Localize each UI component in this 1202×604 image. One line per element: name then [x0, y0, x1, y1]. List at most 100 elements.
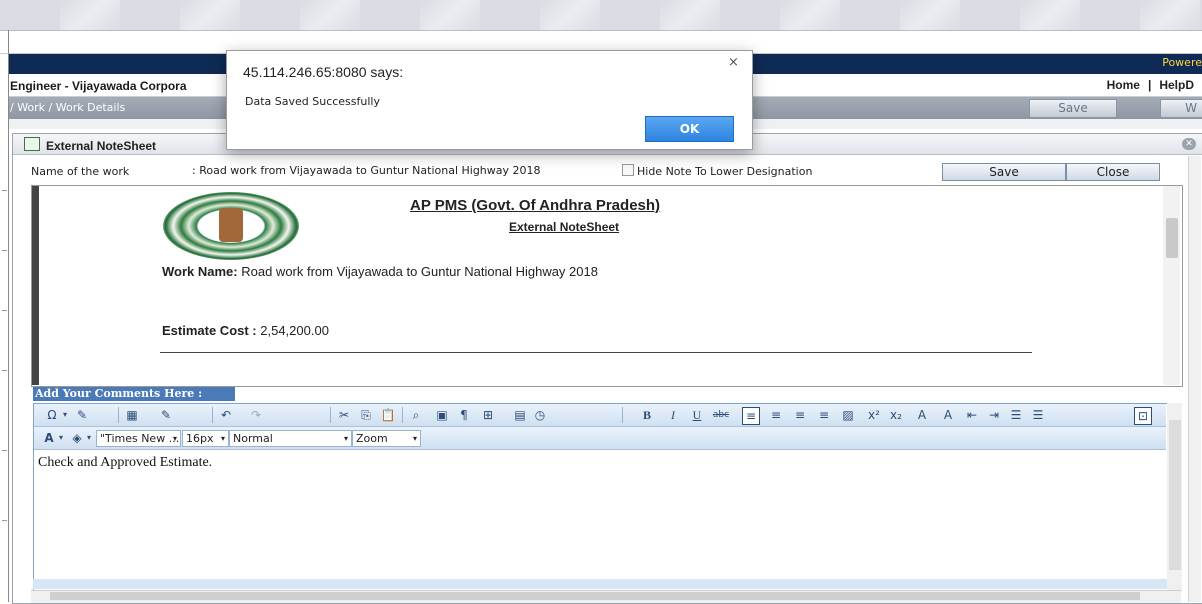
zoom-value: Zoom: [356, 432, 388, 445]
note-left-bar: [32, 186, 39, 385]
paste-icon[interactable]: 📋: [380, 407, 396, 423]
emblem-center: [219, 208, 243, 242]
header-w-button[interactable]: W: [1160, 99, 1202, 118]
align-center-icon[interactable]: ≡: [768, 407, 784, 423]
editor-scroll-thumb[interactable]: [1169, 420, 1181, 570]
text-size-icon[interactable]: A: [914, 407, 930, 423]
align-right-icon[interactable]: ≡: [792, 407, 808, 423]
indent-icon[interactable]: ⇥: [986, 407, 1002, 423]
cut-icon[interactable]: ✂: [336, 407, 352, 423]
chevron-down-icon: ▾: [172, 434, 177, 443]
tab-strip-stripe: [60, 0, 120, 30]
form-icon[interactable]: ▤: [512, 407, 528, 423]
ordered-list-icon[interactable]: ☰: [1008, 407, 1024, 423]
subscript-icon[interactable]: x₂: [888, 407, 904, 423]
note-subheading: External NoteSheet: [509, 220, 620, 234]
help-link[interactable]: HelpD: [1159, 78, 1194, 92]
breadcrumb: / Work / Work Details: [10, 101, 126, 114]
powered-by-text: Powere: [1162, 56, 1202, 69]
tab-strip-stripe: [1020, 0, 1080, 30]
tab-strip-stripe: [180, 0, 240, 30]
chevron-down-icon: ▾: [343, 434, 348, 443]
note-heading: AP PMS (Govt. Of Andhra Pradesh): [410, 197, 661, 214]
note-work-name-label: Work Name:: [162, 264, 238, 279]
clear-format-icon[interactable]: A: [940, 407, 956, 423]
tab-strip-stripe: [780, 0, 840, 30]
insert-icon[interactable]: ⊞: [480, 407, 496, 423]
note-estimate: Estimate Cost : 2,54,200.00: [162, 323, 329, 338]
font-size-select[interactable]: 16px ▾: [182, 430, 229, 447]
align-left-icon[interactable]: ≡: [742, 407, 760, 425]
chevron-down-icon[interactable]: ▾: [56, 430, 66, 446]
underline-icon[interactable]: U: [690, 407, 704, 423]
note-estimate-value: 2,54,200.00: [256, 323, 329, 338]
redo-icon[interactable]: ↷: [248, 407, 264, 423]
editor-footer: [33, 579, 1167, 589]
editor-content[interactable]: Check and Approved Estimate.: [38, 455, 212, 471]
font-color-icon[interactable]: A: [42, 430, 56, 446]
strikethrough-icon[interactable]: abc: [710, 407, 732, 423]
bold-icon[interactable]: B: [640, 407, 654, 423]
note-work-name: Work Name: Road work from Vijayawada to …: [162, 264, 598, 279]
hide-note-label: Hide Note To Lower Designation: [637, 165, 813, 178]
clock-icon[interactable]: ◷: [532, 407, 548, 423]
ok-button[interactable]: OK: [645, 116, 734, 142]
font-size-value: 16px: [186, 432, 214, 445]
paragraph-value: Normal: [233, 432, 273, 445]
color-fill-icon[interactable]: ▨: [840, 407, 856, 423]
hide-note-checkbox[interactable]: [622, 164, 634, 176]
panel-save-button[interactable]: Save: [942, 163, 1066, 181]
html-view-icon[interactable]: ⊡: [1134, 407, 1152, 425]
edit-icon[interactable]: ✎: [158, 407, 174, 423]
bullet-list-icon[interactable]: ☰: [1030, 407, 1046, 423]
notesheet-icon: [24, 137, 40, 151]
close-icon[interactable]: ✕: [1182, 138, 1196, 150]
tab-strip-stripe: [420, 0, 480, 30]
table-icon[interactable]: ▦: [124, 407, 140, 423]
italic-icon[interactable]: I: [666, 407, 680, 423]
panel-scrollbar[interactable]: [1188, 156, 1201, 602]
org-name: Engineer - Vijayawada Corpora: [10, 79, 187, 93]
tab-strip-stripe: [540, 0, 600, 30]
chevron-down-icon: ▾: [220, 434, 225, 443]
chevron-down-icon: ▾: [412, 434, 417, 443]
find-icon[interactable]: ⌕: [408, 407, 424, 423]
work-name-label: Name of the work: [31, 165, 130, 178]
copy-icon[interactable]: ⎘: [358, 407, 374, 423]
font-family-value: "Times New ...: [100, 432, 180, 445]
paragraph-select[interactable]: Normal ▾: [229, 430, 352, 447]
highlight-icon[interactable]: ◈: [70, 430, 84, 446]
undo-icon[interactable]: ↶: [218, 407, 234, 423]
dialog-message: Data Saved Successfully: [245, 95, 380, 108]
font-family-select[interactable]: "Times New ... ▾: [96, 430, 181, 447]
close-icon[interactable]: ×: [728, 55, 739, 70]
tab-strip-stripe: [300, 0, 360, 30]
note-divider: [160, 352, 1032, 353]
select-all-icon[interactable]: ▣: [434, 407, 450, 423]
side-tick: [2, 520, 7, 521]
side-tick: [2, 450, 7, 451]
paragraph-mark-icon[interactable]: ¶: [456, 407, 472, 423]
editor-toolbar-1: Ω ▾ ✎ ▦ ✎ ↶ ↷ ✂ ⎘ 📋 ⌕ ▣ ¶ ⊞ ▤ ◷ B I U ab…: [34, 404, 1166, 427]
chevron-down-icon[interactable]: ▾: [84, 430, 94, 446]
special-char-icon[interactable]: Ω: [44, 407, 60, 423]
side-tick: [2, 370, 7, 371]
chevron-down-icon[interactable]: ▾: [60, 407, 70, 423]
outdent-icon[interactable]: ⇤: [964, 407, 980, 423]
work-name-value: : Road work from Vijayawada to Guntur Na…: [192, 164, 541, 177]
side-tick: [2, 190, 7, 191]
header-save-button[interactable]: Save: [1029, 99, 1117, 118]
toolbar-separator: [402, 407, 403, 423]
panel-close-button[interactable]: Close: [1066, 163, 1160, 181]
justify-icon[interactable]: ≡: [816, 407, 832, 423]
home-link[interactable]: Home: [1107, 78, 1140, 92]
note-estimate-label: Estimate Cost :: [162, 323, 257, 338]
format-painter-icon[interactable]: ✎: [74, 407, 90, 423]
tab-strip-stripe: [900, 0, 960, 30]
horizontal-scroll-thumb[interactable]: [50, 592, 1140, 600]
note-scrollbar[interactable]: [1163, 186, 1180, 385]
dialog-title: 45.114.246.65:8080 says:: [243, 64, 404, 80]
superscript-icon[interactable]: x²: [866, 407, 882, 423]
zoom-select[interactable]: Zoom ▾: [352, 430, 421, 447]
note-scroll-thumb[interactable]: [1166, 218, 1178, 258]
